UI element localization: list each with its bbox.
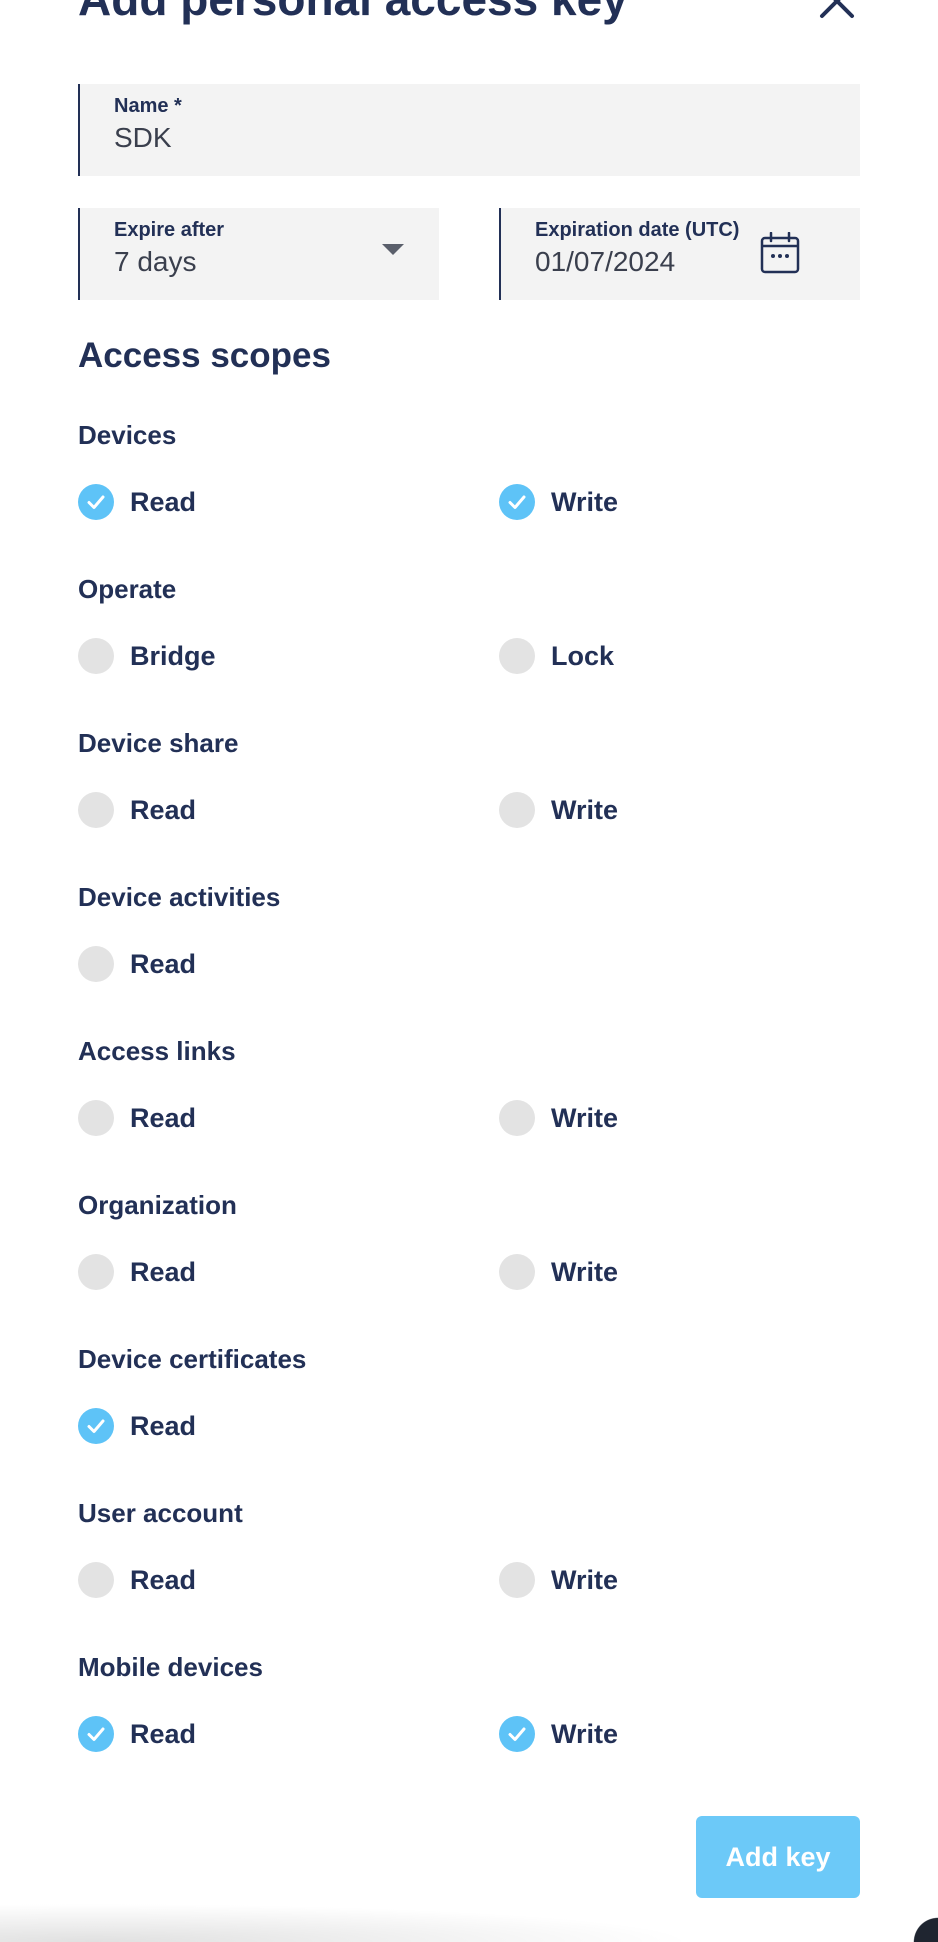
scope-device-share-read-option[interactable]: Read <box>78 790 196 830</box>
expire-after-value[interactable]: 7 days <box>114 246 197 278</box>
scope-group-title: Device activities <box>78 882 281 912</box>
add-access-key-dialog: Add personal access key Name * SDK Expir… <box>0 0 938 1942</box>
checkmark-icon <box>508 1727 526 1741</box>
expiration-date-value[interactable]: 01/07/2024 <box>535 246 675 278</box>
expire-after-label: Expire after <box>114 219 225 241</box>
scope-option-label: Write <box>551 1564 619 1595</box>
checkbox-checked[interactable] <box>499 484 535 520</box>
checkmark-icon <box>508 495 526 509</box>
scope-group-organization: Organization Read Write <box>78 1190 860 1344</box>
checkmark-icon <box>87 495 105 509</box>
scope-option-label: Read <box>130 1256 197 1287</box>
access-scopes-list: Devices Read Write Operate Bridge Lock Device … <box>78 420 860 1806</box>
scope-group-title: Device share <box>78 728 239 758</box>
checkbox-unchecked[interactable] <box>78 1254 114 1290</box>
scope-option-label: Write <box>551 486 619 517</box>
scope-access-links-write-option[interactable]: Write <box>499 1098 618 1138</box>
scope-access-links-read-option[interactable]: Read <box>78 1098 196 1138</box>
access-scopes-title: Access scopes <box>78 336 331 375</box>
checkbox-checked[interactable] <box>499 1716 535 1752</box>
scope-devices-read-option[interactable]: Read <box>78 482 196 522</box>
checkbox-checked[interactable] <box>78 484 114 520</box>
scope-group-title: Organization <box>78 1190 237 1220</box>
scope-group-title: Device certificates <box>78 1344 307 1374</box>
scope-option-label: Write <box>551 1102 619 1133</box>
scope-group-title: Mobile devices <box>78 1652 263 1682</box>
checkbox-unchecked[interactable] <box>78 638 114 674</box>
scope-option-label: Lock <box>551 640 615 671</box>
checkbox-unchecked[interactable] <box>78 1100 114 1136</box>
scope-group-access-links: Access links Read Write <box>78 1036 860 1190</box>
scope-group-devices: Devices Read Write <box>78 420 860 574</box>
checkmark-icon <box>87 1727 105 1741</box>
scope-operate-lock-option[interactable]: Lock <box>499 636 614 676</box>
scope-mobile-devices-read-option[interactable]: Read <box>78 1714 196 1754</box>
expiration-date-label: Expiration date (UTC) <box>535 219 740 241</box>
dialog-title: Add personal access key <box>78 0 628 26</box>
add-key-button[interactable]: Add key <box>696 1816 860 1898</box>
scope-option-label: Read <box>130 486 197 517</box>
scope-option-label: Write <box>551 794 619 825</box>
scope-option-label: Write <box>551 1718 619 1749</box>
close-icon[interactable] <box>814 0 860 24</box>
scope-group-operate: Operate Bridge Lock <box>78 574 860 728</box>
scope-operate-bridge-option[interactable]: Bridge <box>78 636 216 676</box>
scope-user-account-write-option[interactable]: Write <box>499 1560 618 1600</box>
scope-group-device-certificates: Device certificates Read <box>78 1344 860 1498</box>
expire-after-select[interactable]: Expire after 7 days <box>78 208 439 300</box>
scope-group-device-share: Device share Read Write <box>78 728 860 882</box>
scope-group-mobile-devices: Mobile devices Read Write <box>78 1652 860 1806</box>
scope-option-label: Read <box>130 1718 197 1749</box>
scope-device-share-write-option[interactable]: Write <box>499 790 618 830</box>
scope-group-title: Devices <box>78 420 177 450</box>
name-field-label: Name * <box>114 95 182 117</box>
checkmark-icon <box>87 1419 105 1433</box>
scope-group-title: User account <box>78 1498 243 1528</box>
scope-group-title: Access links <box>78 1036 236 1066</box>
scope-organization-read-option[interactable]: Read <box>78 1252 196 1292</box>
scope-option-label: Write <box>551 1256 619 1287</box>
scope-device-certificates-read-option[interactable]: Read <box>78 1406 196 1446</box>
expiration-date-field[interactable]: Expiration date (UTC) 01/07/2024 <box>499 208 860 300</box>
name-field-value[interactable]: SDK <box>114 122 172 154</box>
scope-option-label: Read <box>130 794 197 825</box>
scope-option-label: Read <box>130 1102 197 1133</box>
checkbox-unchecked[interactable] <box>78 792 114 828</box>
scope-option-label: Read <box>130 1564 197 1595</box>
scope-devices-write-option[interactable]: Write <box>499 482 618 522</box>
scope-option-label: Read <box>130 1410 197 1441</box>
calendar-icon[interactable] <box>760 232 800 274</box>
scope-device-activities-read-option[interactable]: Read <box>78 944 196 984</box>
checkbox-unchecked[interactable] <box>499 638 535 674</box>
checkbox-checked[interactable] <box>78 1716 114 1752</box>
scope-organization-write-option[interactable]: Write <box>499 1252 618 1292</box>
dropdown-arrow-icon[interactable] <box>382 244 404 255</box>
scope-mobile-devices-write-option[interactable]: Write <box>499 1714 618 1754</box>
checkbox-unchecked[interactable] <box>499 1562 535 1598</box>
scope-option-label: Bridge <box>130 640 216 671</box>
scope-group-user-account: User account Read Write <box>78 1498 860 1652</box>
scope-group-device-activities: Device activities Read <box>78 882 860 1036</box>
checkbox-unchecked[interactable] <box>499 1254 535 1290</box>
checkbox-unchecked[interactable] <box>499 792 535 828</box>
checkbox-checked[interactable] <box>78 1408 114 1444</box>
checkbox-unchecked[interactable] <box>78 1562 114 1598</box>
checkbox-unchecked[interactable] <box>78 946 114 982</box>
scope-group-title: Operate <box>78 574 177 604</box>
checkbox-unchecked[interactable] <box>499 1100 535 1136</box>
corner-mark <box>910 1914 938 1942</box>
scope-user-account-read-option[interactable]: Read <box>78 1560 196 1600</box>
scope-option-label: Read <box>130 948 197 979</box>
name-field[interactable]: Name * SDK <box>78 84 860 176</box>
